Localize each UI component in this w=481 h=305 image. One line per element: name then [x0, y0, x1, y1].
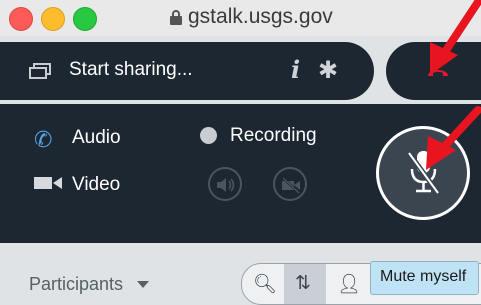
share-bar: Start sharing... i ✱ [0, 42, 374, 100]
video-button[interactable]: Video [72, 174, 120, 196]
close-window-button[interactable] [9, 7, 33, 31]
search-icon: 🔍︎ [253, 274, 278, 295]
add-user-icon: 👤︎ [337, 274, 362, 295]
zoom-window-button[interactable] [73, 7, 97, 31]
camera-off-icon [282, 177, 300, 194]
video-camera-icon[interactable] [34, 176, 62, 190]
meeting-panel: Start sharing... i ✱ ✆ Audio Video Recor… [0, 36, 481, 305]
gear-icon[interactable]: ✱ [318, 56, 338, 85]
minimize-window-button[interactable] [41, 7, 65, 31]
address-bar[interactable]: gstalk.usgs.gov [170, 5, 333, 29]
mute-microphone-button[interactable] [376, 126, 470, 220]
url-text: gstalk.usgs.gov [188, 5, 333, 28]
hang-up-icon[interactable] [426, 66, 450, 78]
muted-microphone-icon [407, 151, 441, 195]
speaker-icon [217, 178, 235, 192]
participants-dropdown[interactable]: Participants [29, 274, 123, 295]
browser-title-bar: gstalk.usgs.gov [0, 0, 481, 37]
sort-icon: ⇅ [295, 273, 311, 294]
recording-dot-icon[interactable] [200, 127, 217, 144]
recording-button[interactable]: Recording [230, 125, 317, 147]
search-button[interactable]: 🔍︎ [242, 264, 284, 304]
mute-tooltip: Mute myself [370, 261, 479, 295]
camera-off-button[interactable] [273, 167, 307, 201]
phone-icon[interactable]: ✆ [34, 127, 52, 153]
lock-icon [170, 10, 182, 25]
info-icon[interactable]: i [291, 55, 300, 84]
speaker-button[interactable] [208, 167, 242, 201]
start-sharing-button[interactable]: Start sharing... [69, 59, 193, 81]
sort-button[interactable]: ⇅ [284, 264, 326, 304]
end-call-bar [386, 42, 481, 100]
media-controls: ✆ Audio Video Recording [0, 104, 481, 243]
add-participant-button[interactable]: 👤︎ [326, 264, 368, 304]
tooltip-text: Mute myself [380, 268, 467, 285]
screen-share-icon[interactable] [29, 63, 51, 79]
chevron-down-icon[interactable] [137, 281, 149, 288]
audio-button[interactable]: Audio [72, 127, 121, 149]
